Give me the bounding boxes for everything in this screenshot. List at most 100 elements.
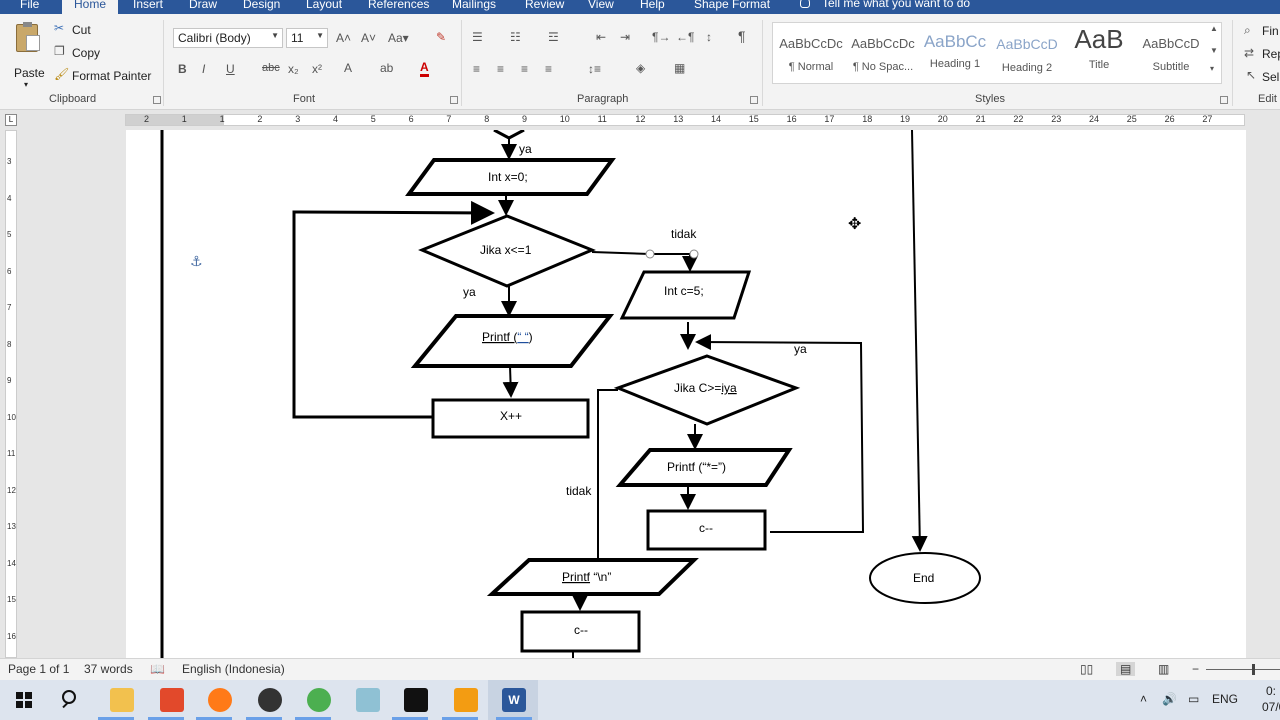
bold-icon[interactable]: B	[178, 62, 187, 76]
align-center-icon[interactable]: ≡	[497, 62, 504, 76]
decrease-indent-icon[interactable]: ⇤	[596, 30, 606, 44]
style-no-spacing[interactable]: AaBbCcDc ¶ No Spac...	[848, 24, 918, 80]
select-button[interactable]: Sel	[1262, 70, 1279, 84]
read-mode-icon[interactable]: ▯▯	[1080, 662, 1093, 676]
battery-icon[interactable]: ▭	[1188, 692, 1199, 706]
shrink-font-icon[interactable]: A˅	[361, 31, 376, 45]
tab-layout[interactable]: Layout	[306, 0, 342, 12]
zoom-slider-thumb[interactable]	[1252, 664, 1255, 675]
pilcrow-icon[interactable]: ¶	[738, 28, 746, 44]
tab-home[interactable]: Home	[62, 0, 119, 14]
font-color-icon[interactable]: A	[420, 61, 429, 77]
firefox-icon[interactable]	[208, 688, 232, 712]
sort-icon[interactable]: ↕	[706, 30, 712, 44]
ltr-icon[interactable]: ¶→	[652, 30, 670, 44]
superscript-icon[interactable]: x²	[312, 62, 322, 76]
subscript-icon[interactable]: x₂	[288, 62, 299, 76]
connector-handle[interactable]	[645, 249, 655, 259]
tab-design[interactable]: Design	[243, 0, 280, 12]
gallery-up-icon[interactable]: ▲	[1210, 24, 1218, 33]
bullets-icon[interactable]: ☰	[472, 30, 483, 44]
font-name-select[interactable]: Calibri (Body) ▼	[173, 28, 283, 48]
text-effects-icon[interactable]: A	[344, 61, 352, 75]
styles-launcher-icon[interactable]	[1220, 96, 1228, 104]
increase-indent-icon[interactable]: ⇥	[620, 30, 630, 44]
tab-view[interactable]: View	[588, 0, 614, 12]
connector-handle[interactable]	[689, 249, 699, 259]
tab-draw[interactable]: Draw	[189, 0, 217, 12]
gallery-down-icon[interactable]: ▼	[1210, 46, 1218, 55]
file-explorer-icon[interactable]	[110, 688, 134, 712]
volume-icon[interactable]: 🔊	[1162, 692, 1177, 706]
sublime-icon[interactable]	[454, 688, 478, 712]
document-page[interactable]: ya Int x=0; Jika x<=1 tidak ya Int c=5; …	[126, 130, 1246, 658]
tab-mailings[interactable]: Mailings	[452, 0, 496, 12]
tab-selector-icon[interactable]: L	[5, 114, 17, 126]
find-button[interactable]: Fin	[1262, 24, 1279, 38]
change-case-icon[interactable]: Aa▾	[388, 31, 409, 45]
word-icon[interactable]: W	[502, 688, 526, 712]
tab-help[interactable]: Help	[640, 0, 665, 12]
paragraph-launcher-icon[interactable]	[750, 96, 758, 104]
language-tray[interactable]: ENG	[1212, 692, 1238, 706]
line-spacing-icon[interactable]: ↕≡	[588, 62, 601, 76]
web-layout-icon[interactable]: ▥	[1158, 662, 1169, 676]
word-count[interactable]: 37 words	[84, 662, 133, 676]
style-preview: AaBbCcDc	[851, 36, 915, 51]
shading-icon[interactable]: ◈	[636, 61, 645, 75]
cut-button[interactable]: Cut	[72, 23, 91, 37]
notes-icon[interactable]	[356, 688, 380, 712]
italic-icon[interactable]: I	[202, 62, 205, 76]
align-right-icon[interactable]: ≡	[521, 62, 528, 76]
clipboard-launcher-icon[interactable]	[153, 96, 161, 104]
gallery-more-icon[interactable]: ▾	[1210, 64, 1214, 73]
style-heading-2[interactable]: AaBbCcD Heading 2	[992, 24, 1062, 80]
style-normal[interactable]: AaBbCcDc ¶ Normal	[776, 24, 846, 80]
move-cursor-icon: ✥	[848, 214, 861, 233]
grow-font-icon[interactable]: A˄	[336, 31, 351, 45]
font-launcher-icon[interactable]	[450, 96, 458, 104]
highlight-icon[interactable]: ab	[380, 61, 393, 75]
page-count[interactable]: Page 1 of 1	[8, 662, 69, 676]
tell-me-search[interactable]: Tell me what you want to do	[800, 0, 970, 10]
tab-references[interactable]: References	[368, 0, 429, 12]
rtl-icon[interactable]: ←¶	[676, 30, 694, 44]
tab-review[interactable]: Review	[525, 0, 564, 12]
ruler-bar[interactable]: 2 1 1 2 3 4 5 6 7 8 9 10 11 12 13 14 15 16 17 18 19 20 21 22 23 2…	[125, 114, 1245, 126]
strikethrough-icon[interactable]: abc	[262, 62, 280, 74]
align-left-icon[interactable]: ≡	[473, 62, 480, 76]
paste-button[interactable]: Paste ▾	[10, 22, 48, 89]
borders-icon[interactable]: ▦	[674, 61, 685, 75]
zoom-slider[interactable]	[1206, 669, 1280, 670]
style-subtitle[interactable]: AaBbCcD Subtitle	[1136, 24, 1206, 80]
format-painter-button[interactable]: Format Painter	[72, 69, 151, 83]
windows-start-icon[interactable]	[16, 692, 32, 708]
font-name-value: Calibri (Body)	[178, 31, 251, 45]
tab-file[interactable]: File	[20, 0, 39, 12]
font-size-select[interactable]: 11 ▼	[286, 28, 328, 48]
chrome-icon[interactable]	[307, 688, 331, 712]
proofing-icon[interactable]: 📖	[150, 662, 165, 676]
replace-button[interactable]: Rep	[1262, 47, 1280, 61]
clear-formatting-icon[interactable]: ✎	[436, 30, 446, 44]
print-layout-icon[interactable]: ▤	[1116, 662, 1136, 676]
terminal-icon[interactable]	[404, 688, 428, 712]
ruler-number: 9	[7, 376, 12, 385]
justify-icon[interactable]: ≡	[545, 62, 552, 76]
numbering-icon[interactable]: ☷	[510, 30, 521, 44]
clock-date[interactable]: 07/01	[1262, 700, 1280, 714]
language-indicator[interactable]: English (Indonesia)	[182, 662, 285, 676]
obs-icon[interactable]	[258, 688, 282, 712]
chevron-up-icon[interactable]: ˄	[1140, 692, 1147, 706]
tab-insert[interactable]: Insert	[133, 0, 163, 12]
search-icon[interactable]	[62, 690, 76, 704]
zoom-out-icon[interactable]: −	[1192, 662, 1199, 676]
office-icon[interactable]	[160, 688, 184, 712]
style-heading-1[interactable]: AaBbCc Heading 1	[920, 24, 990, 80]
underline-icon[interactable]: U	[226, 62, 235, 76]
multilevel-list-icon[interactable]: ☲	[548, 30, 559, 44]
tab-shape-format[interactable]: Shape Format	[694, 0, 770, 12]
copy-button[interactable]: Copy	[72, 46, 100, 60]
style-title[interactable]: AaB Title	[1064, 24, 1134, 80]
clock-time[interactable]: 0:	[1266, 684, 1276, 698]
